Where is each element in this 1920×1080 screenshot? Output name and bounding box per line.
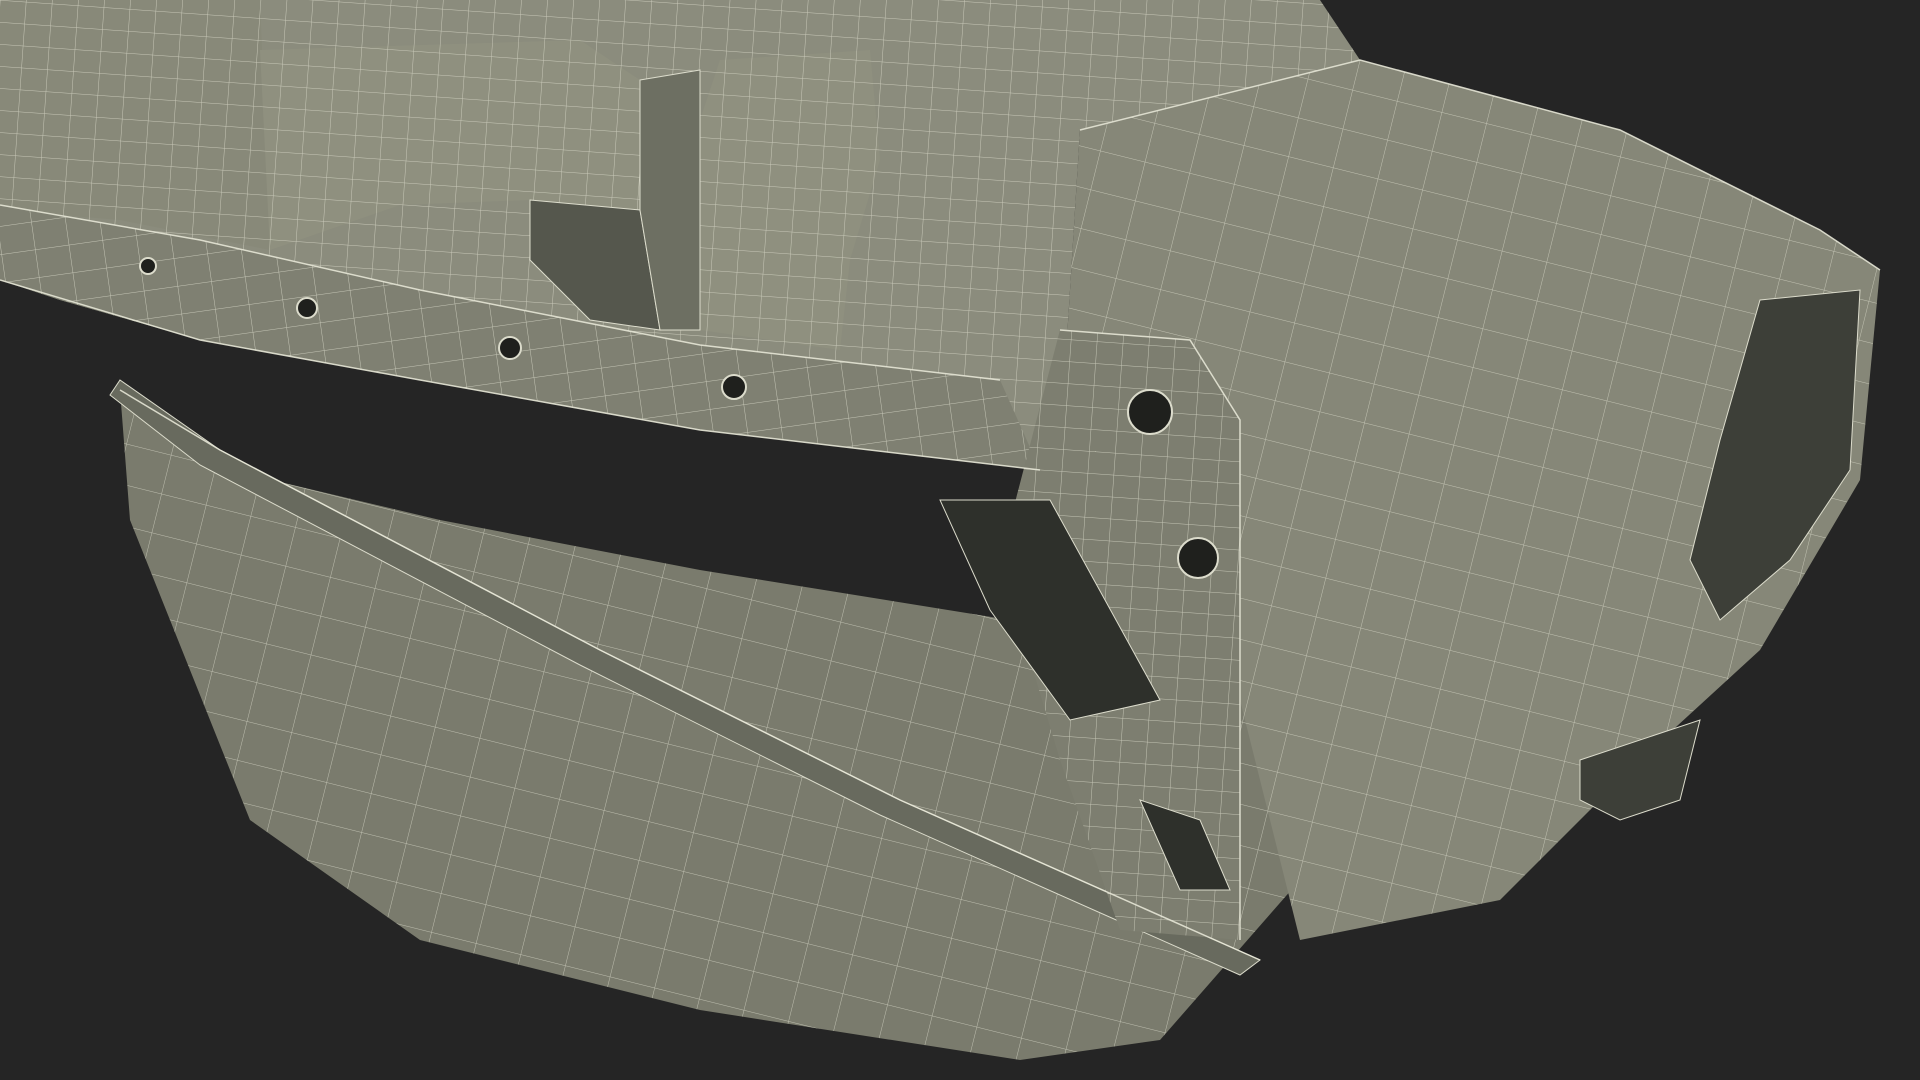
viewport (0, 0, 1920, 1080)
bolt-hole (721, 374, 747, 400)
bolt-hole (139, 257, 157, 275)
wireframe-model (0, 0, 1881, 1060)
bolt-hole (296, 297, 318, 319)
bolt-hole (1177, 537, 1219, 579)
bolt-hole (498, 336, 522, 360)
bolt-hole (1127, 389, 1173, 435)
